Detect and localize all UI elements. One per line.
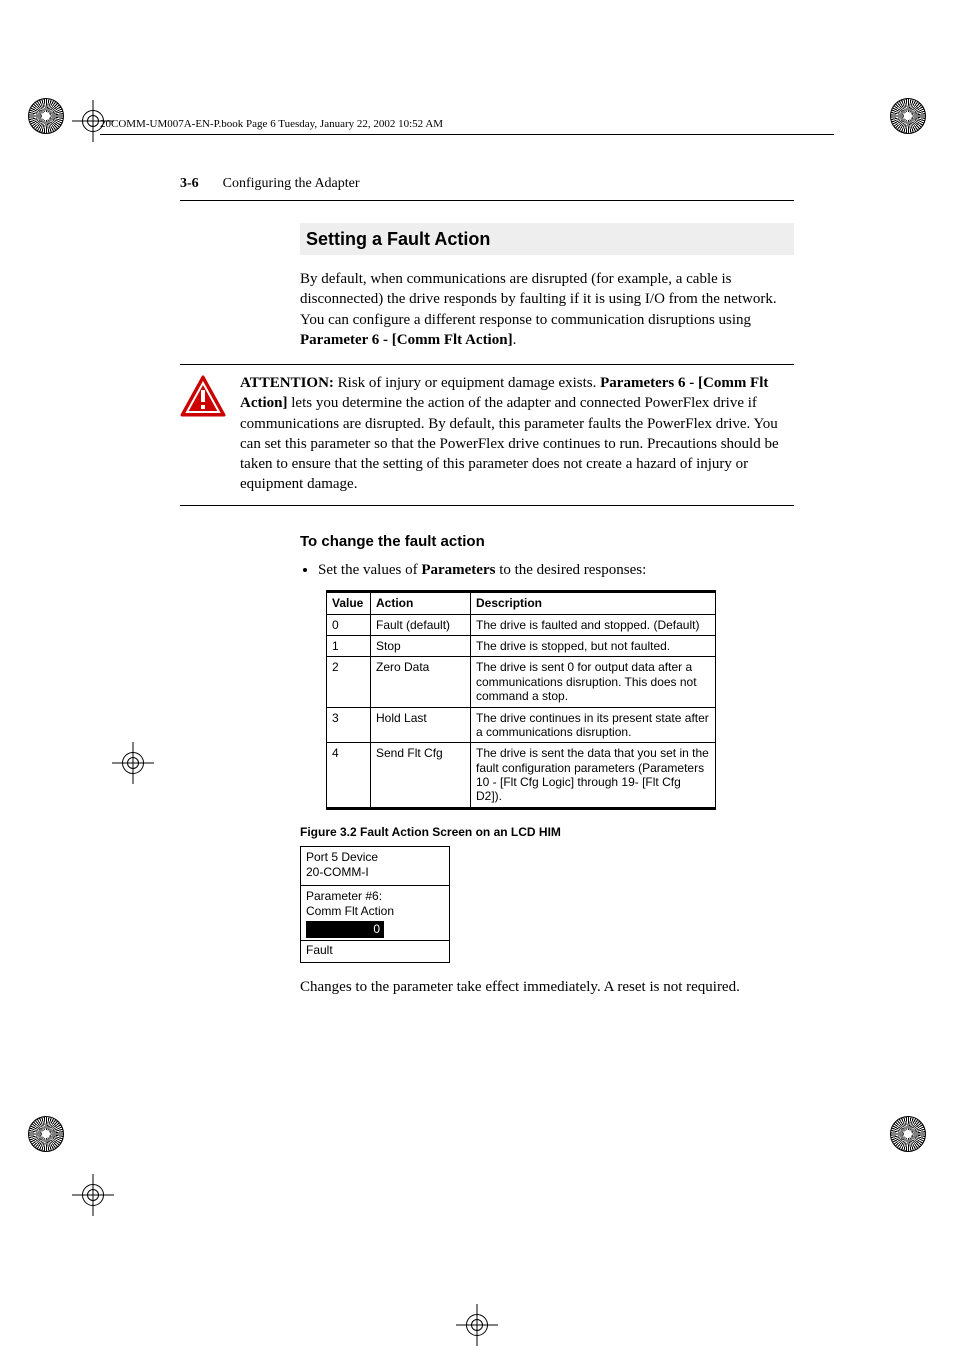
attention-lead: ATTENTION: — [240, 375, 334, 391]
instruction-list: Set the values of Parameters to the desi… — [318, 560, 794, 580]
cell-description: The drive is sent the data that you set … — [471, 743, 716, 809]
attention-body: lets you determine the action of the ada… — [240, 395, 779, 492]
table-row: 2 Zero Data The drive is sent 0 for outp… — [327, 657, 716, 707]
him-param-name: Comm Flt Action — [306, 904, 444, 919]
him-port-line: Port 5 Device — [306, 850, 444, 865]
attention-lead-rest: Risk of injury or equipment damage exist… — [334, 375, 600, 391]
cell-value: 2 — [327, 657, 371, 707]
cell-value: 3 — [327, 707, 371, 743]
intro-period: . — [513, 332, 517, 348]
subheading: To change the fault action — [300, 532, 794, 552]
intro-paragraph: By default, when communications are disr… — [300, 269, 794, 350]
chapter-title: Configuring the Adapter — [223, 175, 360, 194]
table-header-row: Value Action Description — [327, 592, 716, 614]
cell-value: 0 — [327, 614, 371, 635]
col-action: Action — [371, 592, 471, 614]
page-content: 3-6 Configuring the Adapter Setting a Fa… — [180, 175, 794, 1105]
cell-description: The drive is sent 0 for output data afte… — [471, 657, 716, 707]
cell-value: 4 — [327, 743, 371, 809]
cell-description: The drive is faulted and stopped. (Defau… — [471, 614, 716, 635]
him-middle: Parameter #6: Comm Flt Action 0 — [300, 886, 450, 941]
him-bottom: Fault — [300, 941, 450, 963]
cell-description: The drive is stopped, but not faulted. — [471, 635, 716, 656]
page-number: 3-6 — [180, 175, 199, 194]
cell-value: 1 — [327, 635, 371, 656]
cell-description: The drive continues in its present state… — [471, 707, 716, 743]
him-value-box: 0 — [306, 921, 384, 938]
intro-text: By default, when communications are disr… — [300, 271, 777, 328]
cell-action: Zero Data — [371, 657, 471, 707]
registration-mark-bottom — [462, 1310, 492, 1340]
cell-action: Fault (default) — [371, 614, 471, 635]
bullet-prefix: Set the values of — [318, 562, 421, 578]
attention-icon — [180, 375, 226, 417]
printer-ring-bottom-right — [890, 1116, 926, 1152]
intro-param-bold: Parameter 6 - [Comm Flt Action] — [300, 332, 513, 348]
registration-mark-side — [118, 748, 148, 778]
him-top: Port 5 Device 20-COMM-I — [300, 846, 450, 886]
table-row: 3 Hold Last The drive continues in its p… — [327, 707, 716, 743]
book-header-text: 20COMM-UM007A-EN-P.book Page 6 Tuesday, … — [100, 118, 443, 130]
section-heading: Setting a Fault Action — [300, 223, 794, 255]
printer-ring-bottom-left — [28, 1116, 64, 1152]
table-row: 1 Stop The drive is stopped, but not fau… — [327, 635, 716, 656]
col-description: Description — [471, 592, 716, 614]
cell-action: Send Flt Cfg — [371, 743, 471, 809]
attention-block: ATTENTION: Risk of injury or equipment d… — [180, 364, 794, 506]
fault-action-table: Value Action Description 0 Fault (defaul… — [326, 590, 716, 810]
col-value: Value — [327, 592, 371, 614]
table-row: 4 Send Flt Cfg The drive is sent the dat… — [327, 743, 716, 809]
printer-ring-top-right — [890, 98, 926, 134]
cell-action: Stop — [371, 635, 471, 656]
him-status: Fault — [306, 943, 444, 958]
him-param-number: Parameter #6: — [306, 889, 444, 904]
printer-ring-top-left — [28, 98, 64, 134]
registration-mark — [78, 1180, 108, 1210]
bullet-suffix: to the desired responses: — [495, 562, 646, 578]
book-header: 20COMM-UM007A-EN-P.book Page 6 Tuesday, … — [100, 118, 834, 135]
bullet-bold: Parameters — [421, 562, 495, 578]
instruction-item: Set the values of Parameters to the desi… — [318, 560, 794, 580]
cell-action: Hold Last — [371, 707, 471, 743]
him-screen: Port 5 Device 20-COMM-I Parameter #6: Co… — [300, 846, 450, 963]
figure-caption: Figure 3.2 Fault Action Screen on an LCD… — [300, 824, 794, 840]
attention-text: ATTENTION: Risk of injury or equipment d… — [240, 373, 794, 495]
closing-paragraph: Changes to the parameter take effect imm… — [300, 977, 794, 997]
table-row: 0 Fault (default) The drive is faulted a… — [327, 614, 716, 635]
running-head: 3-6 Configuring the Adapter — [180, 175, 794, 194]
him-device-line: 20-COMM-I — [306, 865, 444, 880]
